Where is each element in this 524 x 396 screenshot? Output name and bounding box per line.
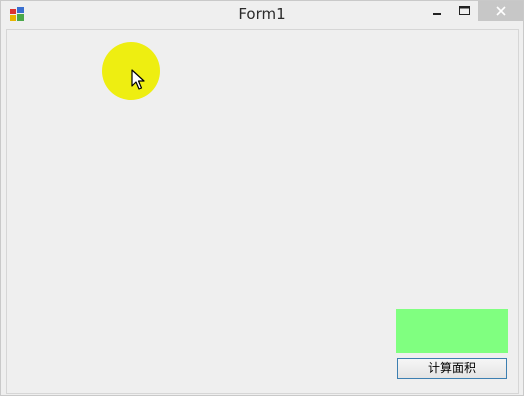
- maximize-icon: [458, 6, 470, 15]
- close-icon: [495, 6, 506, 16]
- green-rectangle: [396, 309, 508, 353]
- minimize-button[interactable]: [424, 1, 450, 21]
- minimize-icon: [433, 13, 441, 15]
- close-button[interactable]: [478, 1, 523, 21]
- maximize-button[interactable]: [451, 1, 477, 21]
- mouse-cursor-icon: [131, 69, 145, 90]
- calculate-area-button[interactable]: 计算面积: [397, 358, 507, 379]
- title-bar[interactable]: Form1: [1, 1, 523, 29]
